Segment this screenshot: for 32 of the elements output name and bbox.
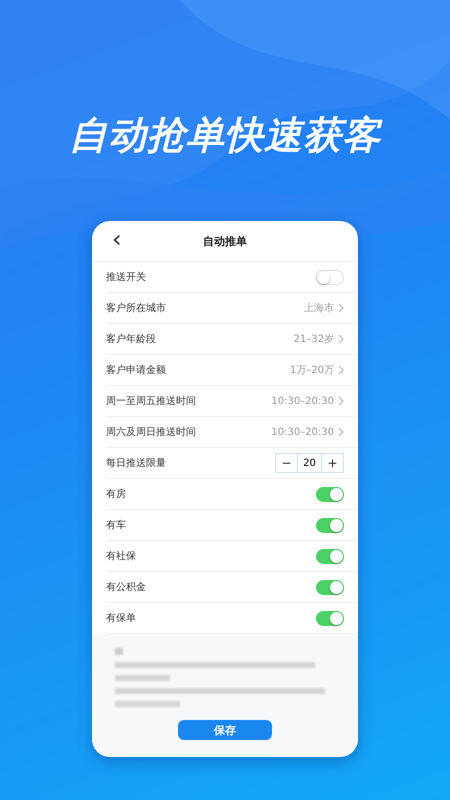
headline: 自动抢单快速获客 <box>69 112 381 159</box>
setting-label: 有社保 <box>106 550 136 563</box>
setting-label: 周一至周五推送时间 <box>106 394 196 408</box>
setting-value: 1万–20万 <box>290 364 334 377</box>
chevron-right-icon <box>338 334 344 344</box>
toggle-switch[interactable] <box>316 270 344 284</box>
chevron-right-icon <box>338 396 344 406</box>
setting-value: 10:30–20:30 <box>271 426 334 438</box>
setting-label: 有公积金 <box>106 581 146 594</box>
setting-value: 21–32岁 <box>294 332 334 346</box>
setting-label: 有房 <box>106 488 126 501</box>
toggle-switch[interactable] <box>316 486 344 502</box>
save-button[interactable]: 保存 <box>178 720 272 740</box>
setting-label: 客户年龄段 <box>106 332 156 346</box>
toggle-switch[interactable] <box>316 548 344 564</box>
setting-label: 客户申请金额 <box>106 364 166 377</box>
toggle-switch[interactable] <box>316 610 344 626</box>
setting-label: 每日推送限量 <box>106 457 166 470</box>
back-button[interactable]: ‹ <box>112 227 122 251</box>
toggle-switch[interactable] <box>316 580 344 594</box>
chevron-right-icon <box>338 427 344 437</box>
setting-label: 客户所在城市 <box>106 302 166 315</box>
setting-label: 有保单 <box>106 612 136 625</box>
setting-value: 上海市 <box>304 302 334 315</box>
setting-label: 推送开关 <box>106 270 146 284</box>
setting-label: 有车 <box>106 518 126 532</box>
setting-label: 周六及周日推送时间 <box>106 426 196 439</box>
chevron-right-icon <box>338 303 344 313</box>
screen-title: 自动推单 <box>203 234 247 248</box>
setting-value: 10:30–20:30 <box>271 396 334 406</box>
chevron-right-icon <box>338 365 344 375</box>
toggle-switch[interactable] <box>316 518 344 532</box>
